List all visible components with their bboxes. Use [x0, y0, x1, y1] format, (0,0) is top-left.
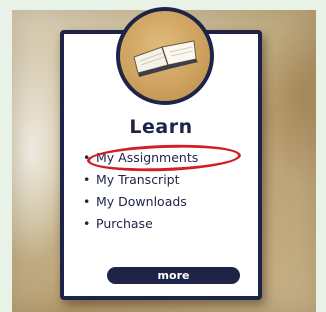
menu-item-my-downloads[interactable]: • My Downloads — [78, 191, 198, 213]
menu-item-label[interactable]: My Downloads — [96, 194, 187, 209]
menu-item-label[interactable]: Purchase — [96, 216, 153, 231]
menu-item-purchase[interactable]: • Purchase — [78, 213, 198, 235]
book-medallion — [116, 7, 214, 105]
bullet: • — [83, 172, 91, 187]
menu-item-my-transcript[interactable]: • My Transcript — [78, 169, 198, 191]
open-book-icon — [133, 40, 198, 77]
menu-item-label[interactable]: My Transcript — [96, 172, 180, 187]
more-button[interactable]: more — [107, 267, 240, 284]
bullet: • — [83, 216, 91, 231]
bullet: • — [83, 194, 91, 209]
card-title: Learn — [129, 116, 193, 138]
